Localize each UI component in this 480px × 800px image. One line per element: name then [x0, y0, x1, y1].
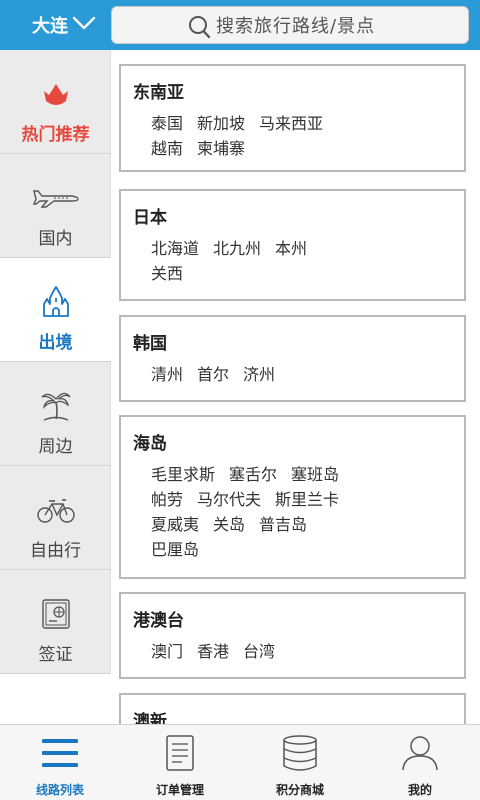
- destination-link[interactable]: 巴厘岛: [151, 540, 199, 559]
- destination-link[interactable]: 塞班岛: [291, 465, 339, 484]
- region-title: 澳新: [133, 712, 167, 724]
- destination-row: 关西: [133, 261, 464, 286]
- sidebar-item-domestic[interactable]: 国内: [0, 154, 111, 258]
- tab-label: 订单管理: [155, 783, 204, 797]
- destination-row: 巴厘岛: [133, 537, 464, 562]
- destination-link[interactable]: 斯里兰卡: [275, 490, 339, 509]
- chevron-down-icon: [72, 15, 96, 36]
- sidebar-item-label: 签证: [38, 645, 73, 665]
- tab-points-mall[interactable]: 积分商城: [240, 725, 360, 800]
- sidebar-item-label: 周边: [38, 437, 73, 457]
- tab-label: 积分商城: [275, 783, 324, 797]
- destination-link[interactable]: 关西: [151, 264, 183, 283]
- region-title: 海岛: [133, 434, 167, 454]
- tab-order-management[interactable]: 订单管理: [120, 725, 240, 800]
- top-header: 大连 搜索旅行路线/景点: [0, 0, 480, 50]
- destination-row: 夏威夷 关岛 普吉岛: [133, 512, 464, 537]
- destination-row: 帕劳 马尔代夫 斯里兰卡: [133, 487, 464, 512]
- tab-route-list[interactable]: 线路列表: [0, 725, 120, 800]
- city-label: 大连: [32, 16, 68, 37]
- sidebar-item-label: 国内: [38, 229, 73, 249]
- castle-icon: [41, 286, 71, 318]
- destination-row: 清州 首尔 济州: [133, 362, 464, 387]
- region-title: 东南亚: [133, 83, 184, 103]
- tab-label: 线路列表: [35, 783, 84, 797]
- passport-icon: [41, 598, 71, 630]
- sidebar-item-free-travel[interactable]: 自由行: [0, 466, 111, 570]
- database-icon: [280, 733, 320, 773]
- tab-mine[interactable]: 我的: [360, 725, 480, 800]
- region-card-southeast-asia: 东南亚 泰国 新加坡 马来西亚 越南 柬埔寨: [119, 64, 466, 172]
- city-selector[interactable]: 大连: [0, 0, 105, 50]
- region-card-korea: 韩国 清州 首尔 济州: [119, 315, 466, 402]
- sidebar-empty-area: [0, 674, 111, 724]
- search-placeholder: 搜索旅行路线/景点: [216, 16, 376, 37]
- destination-link[interactable]: 普吉岛: [259, 515, 307, 534]
- destination-link[interactable]: 越南: [151, 139, 183, 158]
- region-title: 韩国: [133, 334, 167, 354]
- sidebar-item-label: 出境: [38, 333, 73, 353]
- destination-link[interactable]: 首尔: [197, 365, 229, 384]
- sidebar-item-nearby[interactable]: 周边: [0, 362, 111, 466]
- flame-icon: [41, 78, 71, 110]
- destination-link[interactable]: 塞舌尔: [229, 465, 277, 484]
- destination-link[interactable]: 柬埔寨: [197, 139, 245, 158]
- destination-link[interactable]: 夏威夷: [151, 515, 199, 534]
- palm-tree-icon: [38, 390, 74, 422]
- bottom-tab-bar: 线路列表 订单管理 积分商城 我的: [0, 724, 480, 800]
- destination-link[interactable]: 北九州: [213, 239, 261, 258]
- destination-link[interactable]: 本州: [275, 239, 307, 258]
- destination-link[interactable]: 清州: [151, 365, 183, 384]
- destination-link[interactable]: 澳门: [151, 642, 183, 661]
- region-card-japan: 日本 北海道 北九州 本州 关西: [119, 189, 466, 301]
- search-input[interactable]: 搜索旅行路线/景点: [111, 6, 469, 44]
- sidebar-item-outbound[interactable]: 出境: [0, 258, 111, 362]
- destination-row: 越南 柬埔寨: [133, 136, 464, 161]
- destination-link[interactable]: 毛里求斯: [151, 465, 215, 484]
- sidebar-item-label: 自由行: [30, 541, 81, 561]
- destination-link[interactable]: 济州: [243, 365, 275, 384]
- destination-link[interactable]: 台湾: [243, 642, 275, 661]
- region-card-hk-macau-taiwan: 港澳台 澳门 香港 台湾: [119, 592, 466, 679]
- destination-link[interactable]: 泰国: [151, 114, 183, 133]
- region-title: 港澳台: [133, 611, 184, 631]
- region-title: 日本: [133, 208, 167, 228]
- sidebar-item-visa[interactable]: 签证: [0, 570, 111, 674]
- destination-link[interactable]: 帕劳: [151, 490, 183, 509]
- destination-link[interactable]: 马尔代夫: [197, 490, 261, 509]
- destination-link[interactable]: 马来西亚: [259, 114, 323, 133]
- sidebar-item-label: 热门推荐: [21, 125, 90, 145]
- destination-row: 北海道 北九州 本州: [133, 236, 464, 261]
- destination-row: 泰国 新加坡 马来西亚: [133, 111, 464, 136]
- tab-label: 我的: [407, 783, 432, 797]
- destination-link[interactable]: 香港: [197, 642, 229, 661]
- list-icon: [40, 733, 80, 773]
- category-sidebar: 热门推荐 国内 出境 周边 自由行 签证: [0, 50, 111, 674]
- destination-link[interactable]: 关岛: [213, 515, 245, 534]
- airplane-icon: [32, 182, 80, 214]
- region-list: 东南亚 泰国 新加坡 马来西亚 越南 柬埔寨 日本 北海道 北九州 本州 关西 韩国 清州…: [111, 50, 480, 724]
- user-icon: [400, 733, 440, 773]
- destination-row: 毛里求斯 塞舌尔 塞班岛: [133, 462, 464, 487]
- region-card-islands: 海岛 毛里求斯 塞舌尔 塞班岛 帕劳 马尔代夫 斯里兰卡 夏威夷 关岛 普吉岛 巴厘岛: [119, 415, 466, 579]
- region-card-australia-nz: 澳新: [119, 693, 466, 724]
- destination-row: 澳门 香港 台湾: [133, 639, 464, 664]
- document-icon: [165, 733, 195, 773]
- bicycle-icon: [36, 494, 76, 526]
- destination-link[interactable]: 北海道: [151, 239, 199, 258]
- destination-link[interactable]: 新加坡: [197, 114, 245, 133]
- search-icon: [188, 15, 212, 44]
- sidebar-item-hot[interactable]: 热门推荐: [0, 50, 111, 154]
